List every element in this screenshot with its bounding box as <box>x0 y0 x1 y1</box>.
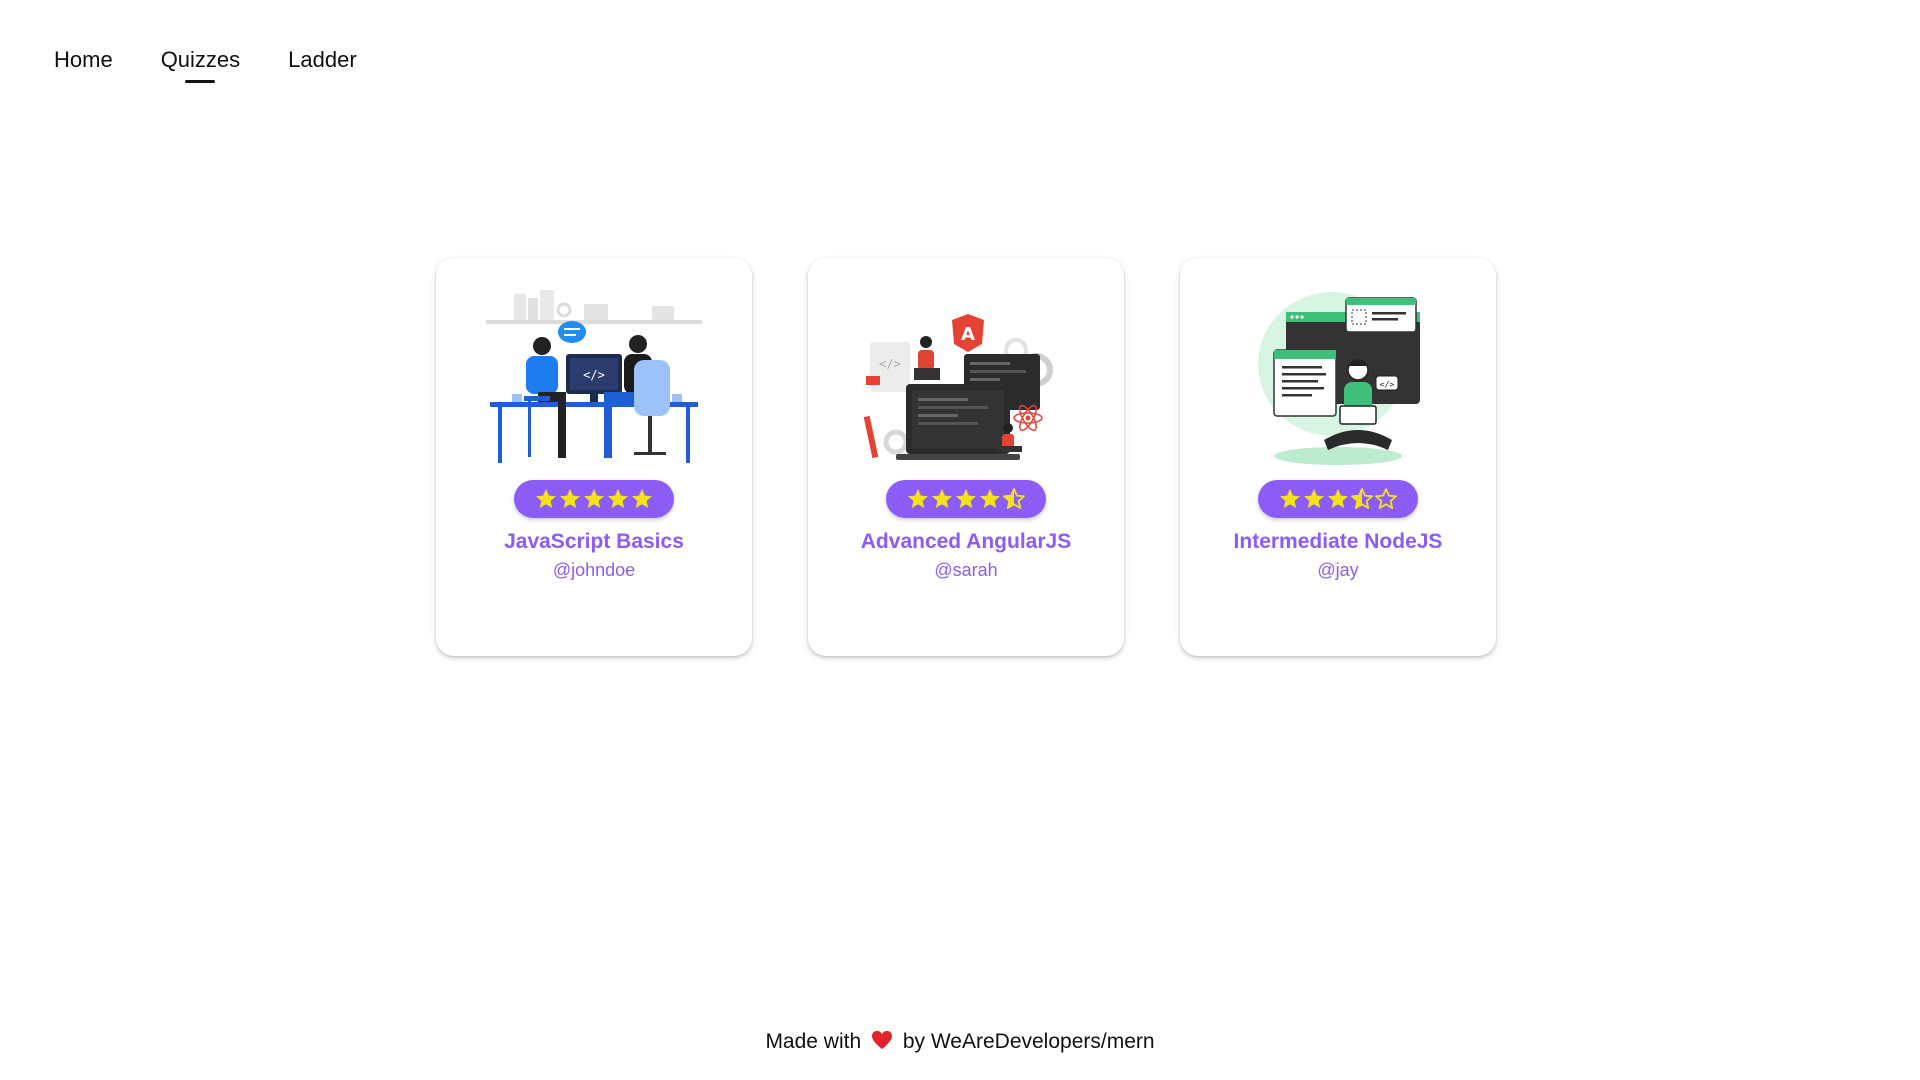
quiz-card[interactable]: </> A Advanced AngularJS @sarah <box>808 258 1124 656</box>
angular-laptops-illustration: </> A <box>863 314 1053 460</box>
star-rating <box>1278 487 1398 511</box>
top-nav: Home Quizzes Ladder <box>54 46 357 83</box>
star-rating <box>534 487 654 511</box>
svg-text:</>: </> <box>583 368 605 382</box>
page: Home Quizzes Ladder </> JavaScript Basic… <box>0 0 1920 1080</box>
quiz-title: JavaScript Basics <box>504 530 684 553</box>
star-full-icon <box>1280 489 1300 508</box>
quiz-card[interactable]: </> Intermediate NodeJS @jay <box>1180 258 1496 656</box>
star-full-icon <box>608 489 628 508</box>
svg-text:</>: </> <box>879 357 901 371</box>
nav-ladder-label: Ladder <box>288 47 357 72</box>
svg-text:</>: </> <box>1380 380 1395 389</box>
star-full-icon <box>584 489 604 508</box>
nav-home-link[interactable]: Home <box>54 46 113 74</box>
footer: Made with by WeAreDevelopers/mern <box>0 1030 1920 1054</box>
nav-quizzes-label: Quizzes <box>160 47 241 72</box>
person-with-laptop-illustration: </> <box>1258 292 1420 465</box>
rating-badge <box>886 480 1046 518</box>
footer-suffix: by WeAreDevelopers/mern <box>902 1030 1155 1053</box>
quiz-title: Intermediate NodeJS <box>1233 530 1443 553</box>
star-full-icon <box>536 489 556 508</box>
footer-prefix: Made with <box>765 1030 862 1053</box>
quiz-card-list: </> JavaScript Basics @johndoe </> A Adv… <box>436 258 1496 656</box>
star-full-icon <box>632 489 652 508</box>
star-half-icon <box>1351 488 1373 509</box>
nav-ladder-link[interactable]: Ladder <box>288 46 357 74</box>
star-full-icon <box>956 489 976 508</box>
star-empty-icon <box>1375 488 1397 509</box>
nav-quizzes-link[interactable]: Quizzes <box>160 46 241 83</box>
star-full-icon <box>908 489 928 508</box>
quiz-author[interactable]: @jay <box>1317 560 1358 581</box>
star-full-icon <box>1304 489 1324 508</box>
nav-home-label: Home <box>54 47 113 72</box>
quiz-title: Advanced AngularJS <box>860 530 1072 553</box>
heart-icon <box>872 1030 892 1050</box>
quiz-card[interactable]: </> JavaScript Basics @johndoe <box>436 258 752 656</box>
star-half-icon <box>1003 488 1025 509</box>
star-full-icon <box>560 489 580 508</box>
star-full-icon <box>980 489 1000 508</box>
rating-badge <box>514 480 674 518</box>
rating-badge <box>1258 480 1418 518</box>
star-rating <box>906 487 1026 511</box>
developers-at-desk-illustration: </> <box>486 290 702 463</box>
star-full-icon <box>932 489 952 508</box>
svg-text:A: A <box>961 324 975 345</box>
quiz-author[interactable]: @johndoe <box>553 560 635 581</box>
quiz-author[interactable]: @sarah <box>934 560 997 581</box>
active-tab-underline <box>185 80 216 83</box>
star-full-icon <box>1328 489 1348 508</box>
